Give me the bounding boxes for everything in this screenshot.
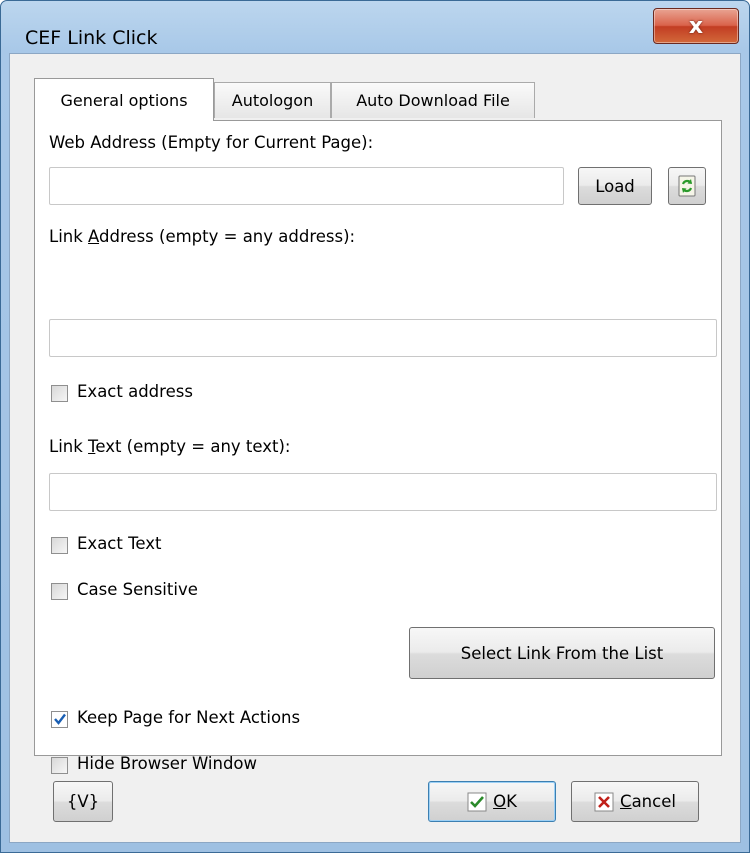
refresh-button[interactable] [668, 167, 706, 205]
tab-label: Auto Download File [356, 91, 510, 110]
tab-autologon[interactable]: Autologon [214, 82, 331, 118]
ok-check-icon [467, 792, 487, 811]
exact-address-label: Exact address [77, 382, 193, 401]
general-options-panel: Web Address (Empty for Current Page): Lo… [34, 120, 722, 774]
dialog-window: CEF Link Click x General options Autolog… [0, 0, 750, 853]
close-icon: x [688, 13, 704, 39]
keep-page-checkbox[interactable] [51, 711, 68, 728]
ok-rest: K [506, 792, 517, 811]
select-link-from-list-button[interactable]: Select Link From the List [409, 627, 715, 679]
ok-accelerator: O [493, 792, 507, 811]
dialog-client-area: General options Autologon Auto Download … [9, 53, 741, 843]
keep-page-label: Keep Page for Next Actions [77, 708, 301, 727]
cancel-button[interactable]: Cancel [571, 781, 699, 822]
ok-button-label: OK [493, 792, 517, 811]
cancel-button-label: Cancel [620, 792, 676, 811]
close-button[interactable]: x [653, 8, 739, 44]
link-text-label-pre: Link [49, 437, 89, 456]
variables-button-label: {V} [66, 792, 100, 811]
load-button-label: Load [595, 176, 635, 196]
link-address-label: Link Address (empty = any address): [49, 227, 355, 246]
cancel-accelerator: C [620, 792, 632, 811]
link-text-label-post: ext (empty = any text): [95, 437, 291, 456]
hide-browser-checkbox[interactable] [51, 757, 68, 774]
load-button[interactable]: Load [578, 167, 652, 205]
link-address-label-post: ddress (empty = any address): [99, 227, 356, 246]
variables-button[interactable]: {V} [53, 781, 113, 822]
select-link-button-label: Select Link From the List [460, 643, 664, 663]
cancel-x-icon [594, 792, 614, 811]
link-address-label-pre: Link [49, 227, 89, 246]
tab-general-options[interactable]: General options [34, 78, 214, 121]
case-sensitive-checkbox[interactable] [51, 583, 68, 600]
checkmark-icon [54, 713, 66, 725]
exact-text-checkbox[interactable] [51, 537, 68, 554]
ok-button[interactable]: OK [428, 781, 556, 822]
tab-auto-download-file[interactable]: Auto Download File [331, 82, 535, 118]
hide-browser-label: Hide Browser Window [77, 754, 258, 773]
web-address-label: Web Address (Empty for Current Page): [49, 133, 374, 152]
refresh-icon [678, 175, 696, 197]
link-address-label-accelerator: A [88, 227, 100, 246]
case-sensitive-label: Case Sensitive [77, 580, 198, 599]
link-text-input[interactable] [49, 473, 717, 511]
link-text-label: Link Text (empty = any text): [49, 437, 291, 456]
tab-label: Autologon [231, 91, 314, 110]
window-title: CEF Link Click [25, 27, 158, 49]
tab-label: General options [60, 90, 188, 110]
cancel-rest: ancel [631, 792, 676, 811]
link-address-input[interactable] [49, 319, 717, 357]
exact-address-checkbox[interactable] [51, 385, 68, 402]
exact-text-label: Exact Text [77, 534, 162, 553]
web-address-input[interactable] [49, 167, 564, 205]
